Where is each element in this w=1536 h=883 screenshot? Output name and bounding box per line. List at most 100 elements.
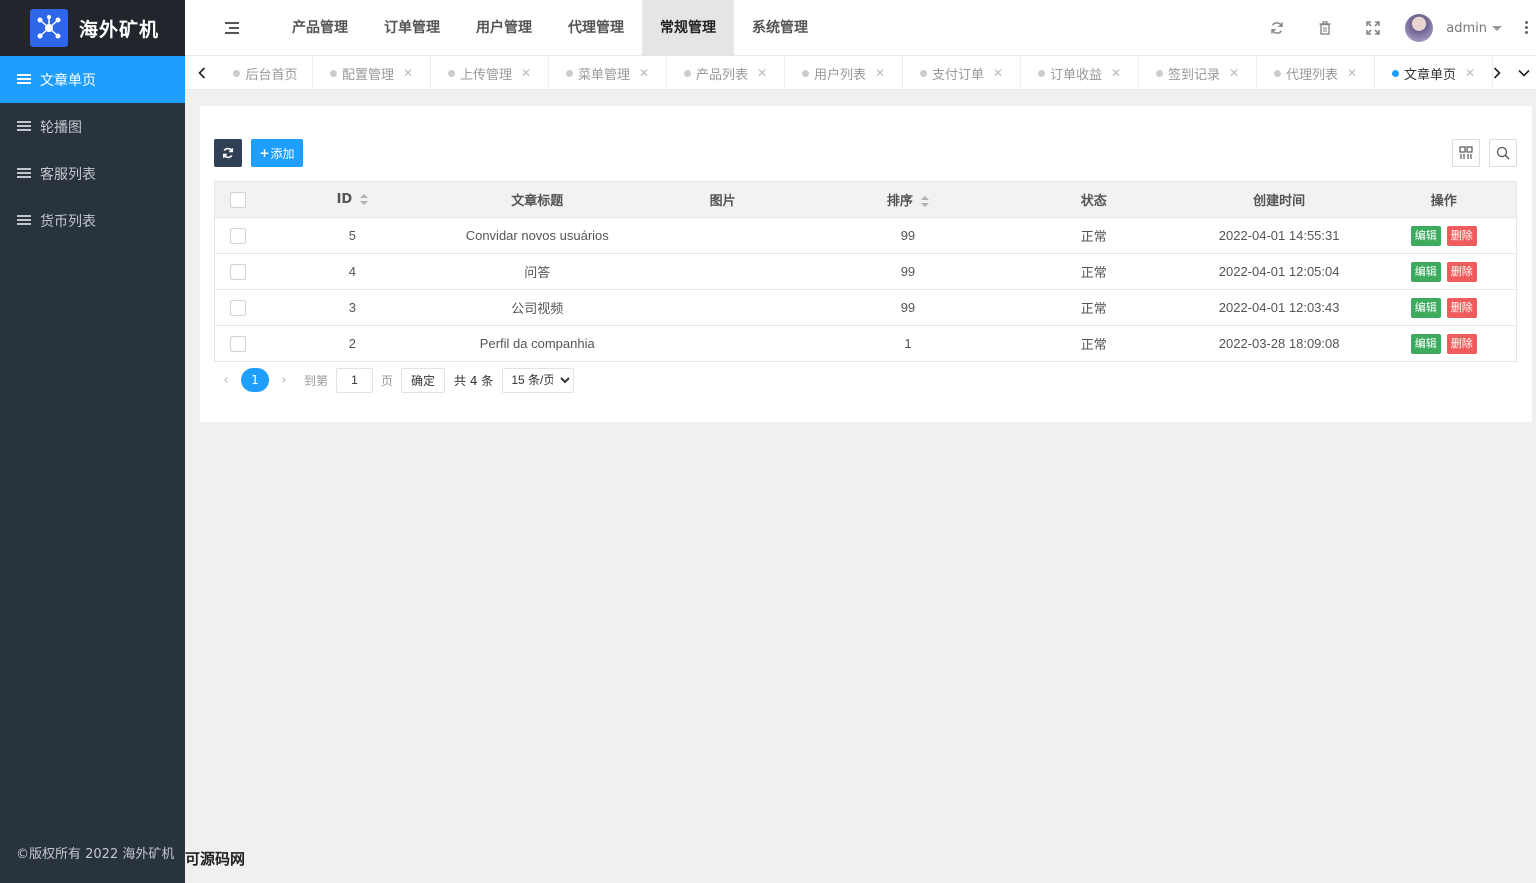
tab-dot-icon [919, 69, 927, 77]
edit-button[interactable]: 编辑 [1410, 261, 1441, 282]
row-checkbox[interactable] [229, 227, 246, 244]
top-nav-item[interactable]: 常规管理 [642, 0, 734, 56]
tab-dot-icon [1155, 69, 1163, 77]
tabs-prev-icon[interactable] [185, 56, 219, 90]
page-confirm-button[interactable]: 确定 [401, 367, 446, 393]
close-icon[interactable]: ✕ [875, 66, 885, 80]
close-icon[interactable]: ✕ [1347, 66, 1357, 80]
menu-toggle-icon[interactable] [225, 22, 241, 34]
cell-status: 正常 [1000, 217, 1187, 254]
top-nav-item[interactable]: 订单管理 [366, 0, 458, 56]
app-title: 海外矿机 [79, 18, 160, 41]
close-icon[interactable]: ✕ [1229, 66, 1239, 80]
refresh-icon[interactable] [1253, 0, 1301, 56]
select-all-checkbox[interactable] [229, 191, 246, 208]
content-panel: + 添加 ID 文章标题 图片 排序 状态 创建时间 操作 5 Convidar … [200, 106, 1532, 422]
tab-item[interactable]: 代理列表 ✕ [1257, 56, 1375, 90]
search-button[interactable] [1489, 139, 1517, 167]
edit-button[interactable]: 编辑 [1410, 225, 1441, 246]
total-count: 共 4 条 [454, 373, 494, 388]
next-page-icon[interactable]: › [272, 372, 296, 388]
tab-item[interactable]: 上传管理 ✕ [431, 56, 549, 90]
column-filter-button[interactable] [1452, 139, 1480, 167]
tab-list: 后台首页 配置管理 ✕ 上传管理 ✕ 菜单管理 ✕ 产品列表 ✕ 用户列表 ✕ 支付订单 ✕ 订单收益 ✕ 签… [219, 56, 1493, 90]
sidebar-item-label: 文章单页 [40, 72, 96, 89]
user-name: admin [1446, 20, 1487, 36]
table-refresh-button[interactable] [214, 139, 242, 167]
cell-id: 5 [260, 217, 445, 254]
close-icon[interactable]: ✕ [757, 66, 767, 80]
sort-icon[interactable] [360, 194, 369, 205]
delete-button[interactable]: 删除 [1446, 225, 1477, 246]
tab-item[interactable]: 后台首页 [219, 56, 313, 90]
sidebar-item[interactable]: 文章单页 [0, 56, 185, 103]
table-row: 3 公司视频 99 正常 2022-04-01 12:03:43 编辑 删除 [214, 289, 1517, 326]
delete-button[interactable]: 删除 [1446, 261, 1477, 282]
fullscreen-icon[interactable] [1349, 0, 1397, 56]
data-table: ID 文章标题 图片 排序 状态 创建时间 操作 5 Convidar novos… [214, 181, 1517, 362]
top-nav-item[interactable]: 产品管理 [274, 0, 366, 56]
sidebar-item[interactable]: 客服列表 [0, 150, 185, 197]
close-icon[interactable]: ✕ [993, 66, 1003, 80]
delete-button[interactable]: 删除 [1446, 333, 1477, 354]
top-nav-item[interactable]: 用户管理 [458, 0, 550, 56]
tab-label: 配置管理 [341, 67, 394, 83]
top-nav-item[interactable]: 系统管理 [734, 0, 826, 56]
sidebar-item[interactable]: 货币列表 [0, 197, 185, 244]
tab-item[interactable]: 签到记录 ✕ [1139, 56, 1257, 90]
tab-item[interactable]: 文章单页 ✕ [1375, 56, 1493, 90]
tabs-dropdown-icon[interactable] [1512, 56, 1536, 90]
cell-status: 正常 [1000, 325, 1187, 362]
tabs-next-icon[interactable] [1480, 56, 1514, 90]
top-nav: 产品管理 订单管理 用户管理 代理管理 常规管理 系统管理 [274, 0, 826, 56]
close-icon[interactable]: ✕ [521, 66, 531, 80]
tab-item[interactable]: 支付订单 ✕ [903, 56, 1021, 90]
list-icon [17, 215, 31, 226]
tab-label: 代理列表 [1285, 67, 1338, 83]
tab-item[interactable]: 产品列表 ✕ [667, 56, 785, 90]
close-icon[interactable]: ✕ [639, 66, 649, 80]
edit-button[interactable]: 编辑 [1410, 297, 1441, 318]
tab-dot-icon [329, 69, 337, 77]
cell-sort: 1 [815, 325, 1001, 362]
close-icon[interactable]: ✕ [1111, 66, 1121, 80]
cell-actions: 编辑 删除 [1371, 217, 1517, 254]
pagination: ‹ 1 › 到第 页 确定 共 4 条 15 条/页 [214, 367, 575, 393]
current-page[interactable]: 1 [241, 368, 269, 392]
row-checkbox[interactable] [229, 263, 246, 280]
column-header-id[interactable]: ID [260, 181, 445, 218]
more-icon[interactable] [1525, 21, 1528, 35]
tab-dot-icon [447, 69, 455, 77]
tab-item[interactable]: 用户列表 ✕ [785, 56, 903, 90]
search-icon [1496, 146, 1510, 160]
close-icon[interactable]: ✕ [1465, 66, 1475, 80]
sort-icon[interactable] [920, 196, 929, 207]
close-icon[interactable]: ✕ [403, 66, 413, 80]
user-menu[interactable]: admin [1405, 14, 1502, 42]
top-nav-item[interactable]: 代理管理 [550, 0, 642, 56]
tab-item[interactable]: 配置管理 ✕ [313, 56, 431, 90]
cell-created: 2022-04-01 12:05:04 [1186, 253, 1372, 290]
column-header-status: 状态 [1000, 181, 1187, 218]
page-input[interactable] [336, 367, 374, 393]
sidebar-item-label: 客服列表 [40, 166, 96, 183]
row-checkbox[interactable] [229, 335, 246, 352]
column-header-created: 创建时间 [1186, 181, 1372, 218]
cell-created: 2022-04-01 14:55:31 [1186, 217, 1372, 254]
column-header-sort[interactable]: 排序 [815, 181, 1001, 218]
sidebar-item[interactable]: 轮播图 [0, 103, 185, 150]
prev-page-icon[interactable]: ‹ [214, 372, 238, 388]
tab-item[interactable]: 订单收益 ✕ [1021, 56, 1139, 90]
add-button[interactable]: + 添加 [251, 139, 303, 167]
cell-title: Perfil da companhia [444, 325, 631, 362]
row-checkbox[interactable] [229, 299, 246, 316]
cell-sort: 99 [815, 253, 1001, 290]
per-page-select[interactable]: 15 条/页 [502, 367, 575, 393]
delete-button[interactable]: 删除 [1446, 297, 1477, 318]
edit-button[interactable]: 编辑 [1410, 333, 1441, 354]
table-row: 4 问答 99 正常 2022-04-01 12:05:04 编辑 删除 [214, 253, 1517, 290]
trash-icon[interactable] [1301, 0, 1349, 56]
chevron-down-icon [1492, 25, 1502, 31]
tab-label: 后台首页 [245, 67, 298, 83]
tab-item[interactable]: 菜单管理 ✕ [549, 56, 667, 90]
